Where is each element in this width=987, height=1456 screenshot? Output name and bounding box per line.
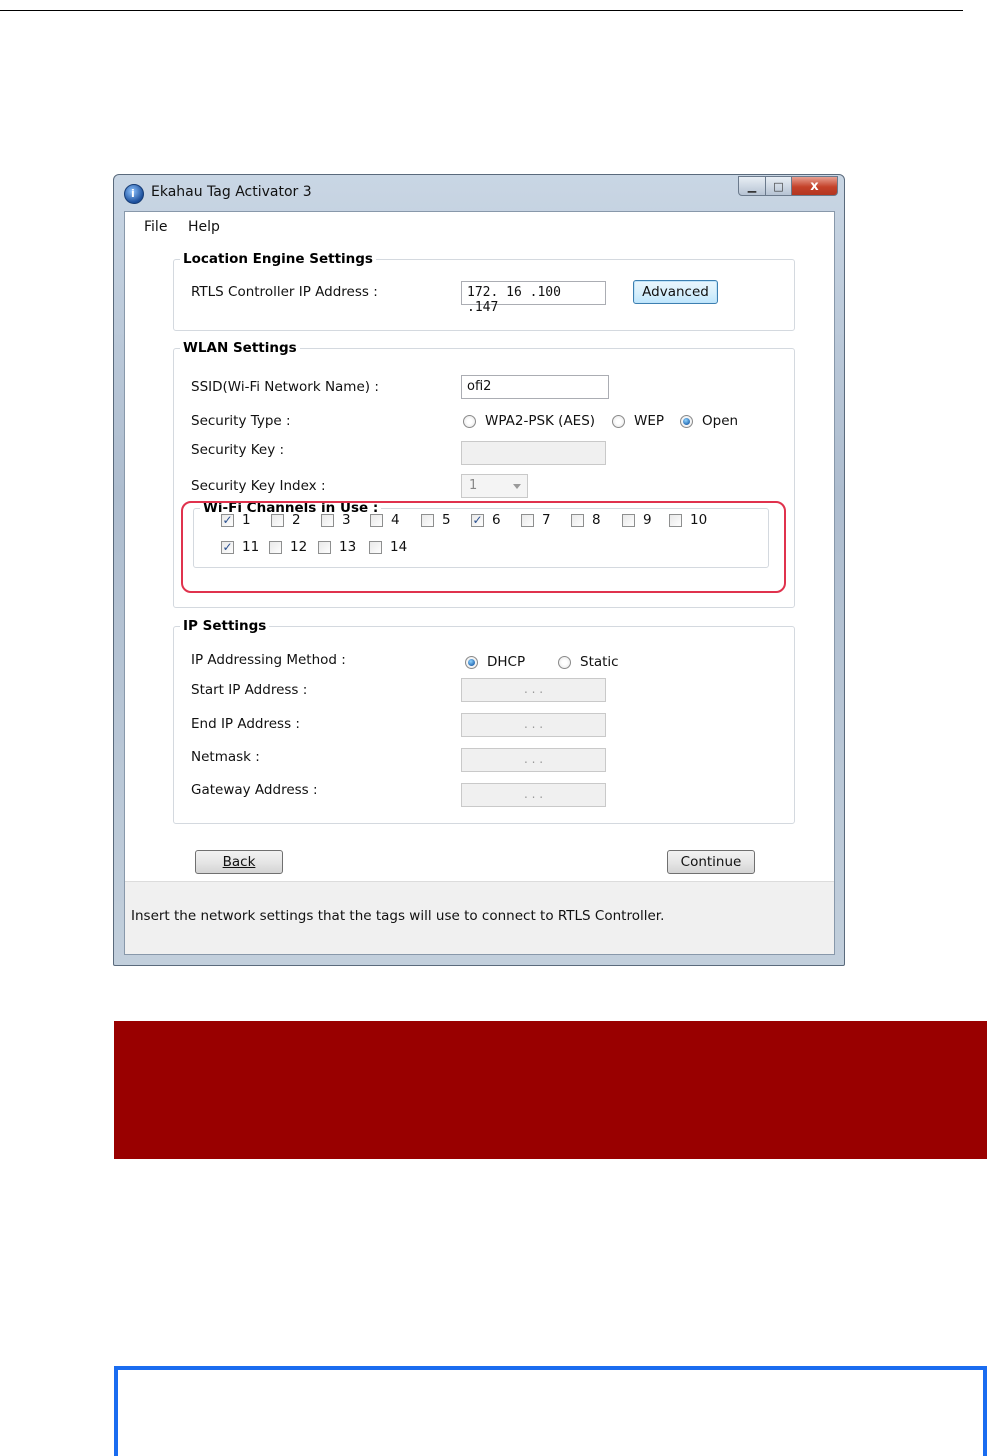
channel-5-checkbox[interactable] <box>421 514 434 527</box>
channel-10-label: 10 <box>690 512 708 528</box>
gateway-input[interactable]: . . . <box>461 783 606 807</box>
window-title: Ekahau Tag Activator 3 <box>151 184 312 200</box>
netmask-input[interactable]: . . . <box>461 748 606 772</box>
ssid-input[interactable]: ofi2 <box>461 375 609 399</box>
channel-9-label: 9 <box>643 512 652 528</box>
chevron-down-icon <box>513 484 521 489</box>
ip-option-dhcp: DHCP <box>487 654 526 670</box>
security-option-wep: WEP <box>634 413 665 429</box>
minimize-button[interactable]: ▁ <box>738 176 766 196</box>
channel-12-checkbox[interactable] <box>269 541 282 554</box>
wlan-legend: WLAN Settings <box>183 340 297 356</box>
channel-6-checkbox[interactable]: ✓ <box>471 514 484 527</box>
end-ip-label: End IP Address : <box>191 716 300 732</box>
channel-7-checkbox[interactable] <box>521 514 534 527</box>
location-engine-legend: Location Engine Settings <box>183 251 373 267</box>
menu-help[interactable]: Help <box>188 219 220 235</box>
client-area: File Help Location Engine Settings RTLS … <box>124 211 835 955</box>
ssid-label: SSID(Wi-Fi Network Name) : <box>191 379 379 395</box>
end-ip-input[interactable]: . . . <box>461 713 606 737</box>
app-window: i Ekahau Tag Activator 3 ▁ □ x File Help… <box>113 174 845 966</box>
maximize-button[interactable]: □ <box>766 176 792 196</box>
key-index-label: Security Key Index : <box>191 478 326 494</box>
gateway-label: Gateway Address : <box>191 782 318 798</box>
maximize-icon: □ <box>773 179 784 193</box>
ip-radio-dhcp[interactable] <box>465 656 478 669</box>
security-option-open: Open <box>702 413 739 429</box>
rtls-ip-label: RTLS Controller IP Address : <box>191 284 378 300</box>
red-banner <box>114 1021 987 1159</box>
top-rule <box>0 10 963 11</box>
status-bar: Insert the network settings that the tag… <box>125 881 834 954</box>
gateway-placeholder: . . . <box>523 787 544 801</box>
security-key-input[interactable] <box>461 441 606 465</box>
security-key-label: Security Key : <box>191 442 285 458</box>
channel-3-label: 3 <box>342 512 351 528</box>
menu-bar: File Help <box>125 212 834 242</box>
channel-13-checkbox[interactable] <box>318 541 331 554</box>
status-text: Insert the network settings that the tag… <box>131 908 665 924</box>
channel-10-checkbox[interactable] <box>669 514 682 527</box>
end-ip-placeholder: . . . <box>523 717 544 731</box>
channel-6-label: 6 <box>492 512 501 528</box>
rtls-ip-input[interactable]: 172. 16 .100 .147 <box>461 281 606 315</box>
channel-11-checkbox[interactable]: ✓ <box>221 541 234 554</box>
channel-12-label: 12 <box>290 539 308 555</box>
back-button-label: Back <box>222 854 256 870</box>
netmask-placeholder: . . . <box>523 752 544 766</box>
title-bar[interactable]: i Ekahau Tag Activator 3 ▁ □ x <box>114 175 844 211</box>
key-index-value: 1 <box>469 478 478 493</box>
blue-note-box <box>114 1366 987 1456</box>
close-button[interactable]: x <box>792 176 838 196</box>
channel-14-label: 14 <box>390 539 408 555</box>
start-ip-input[interactable]: . . . <box>461 678 606 702</box>
advanced-button[interactable]: Advanced <box>633 280 718 304</box>
channel-11-label: 11 <box>242 539 260 555</box>
caption-buttons: ▁ □ x <box>738 176 838 198</box>
channel-7-label: 7 <box>542 512 551 528</box>
key-index-select[interactable]: 1 <box>461 474 528 498</box>
channel-8-checkbox[interactable] <box>571 514 584 527</box>
channel-1-label: 1 <box>242 512 251 528</box>
channel-8-label: 8 <box>592 512 601 528</box>
minimize-icon: ▁ <box>747 179 757 193</box>
back-button[interactable]: Back <box>195 850 283 874</box>
ip-option-static: Static <box>580 654 619 670</box>
channel-14-checkbox[interactable] <box>369 541 382 554</box>
netmask-label: Netmask : <box>191 749 260 765</box>
start-ip-placeholder: . . . <box>523 682 544 696</box>
security-option-wpa2: WPA2-PSK (AES) <box>485 413 596 429</box>
ip-radio-static[interactable] <box>558 656 571 669</box>
channel-4-label: 4 <box>391 512 400 528</box>
channel-3-checkbox[interactable] <box>321 514 334 527</box>
channel-5-label: 5 <box>442 512 451 528</box>
channel-4-checkbox[interactable] <box>370 514 383 527</box>
channel-2-label: 2 <box>292 512 301 528</box>
ip-method-label: IP Addressing Method : <box>191 652 346 668</box>
security-radio-wpa2[interactable] <box>463 415 476 428</box>
continue-button[interactable]: Continue <box>667 850 755 874</box>
channel-2-checkbox[interactable] <box>271 514 284 527</box>
channel-1-checkbox[interactable]: ✓ <box>221 514 234 527</box>
channel-13-label: 13 <box>339 539 357 555</box>
security-type-label: Security Type : <box>191 413 291 429</box>
security-radio-wep[interactable] <box>612 415 625 428</box>
app-icon: i <box>124 184 144 204</box>
ip-settings-legend: IP Settings <box>183 618 267 634</box>
menu-file[interactable]: File <box>144 219 167 235</box>
channel-9-checkbox[interactable] <box>622 514 635 527</box>
close-icon: x <box>810 178 819 194</box>
security-radio-open[interactable] <box>680 415 693 428</box>
continue-button-label: Continue <box>680 854 742 870</box>
start-ip-label: Start IP Address : <box>191 682 308 698</box>
